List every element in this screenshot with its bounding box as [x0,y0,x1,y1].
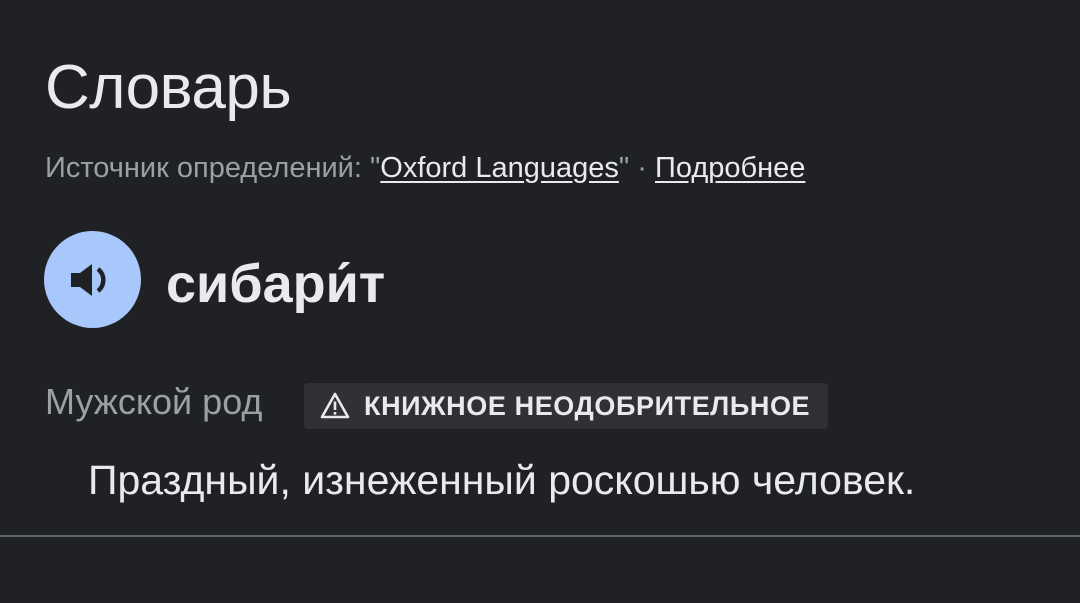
more-info-link[interactable]: Подробнее [655,152,805,184]
source-prefix: Источник определений: " [45,152,381,184]
headword: сибари́т [166,254,386,314]
dictionary-title: Словарь [45,53,292,122]
part-of-speech: Мужской род [45,381,263,422]
definition-source: Источник определений: "Oxford Languages"… [45,150,805,186]
warning-icon [320,392,350,419]
usage-label-chip: КНИЖНОЕ НЕОДОБРИТЕЛЬНОЕ [304,383,829,429]
usage-label: КНИЖНОЕ НЕОДОБРИТЕЛЬНОЕ [364,390,811,421]
speaker-icon [70,263,106,296]
oxford-languages-link[interactable]: Oxford Languages [380,152,619,184]
pronunciation-audio-button[interactable] [44,231,141,328]
definition-text: Праздный, изнеженный роскошью человек. [88,457,916,503]
section-divider [0,535,1080,537]
source-suffix: " · [618,152,655,184]
